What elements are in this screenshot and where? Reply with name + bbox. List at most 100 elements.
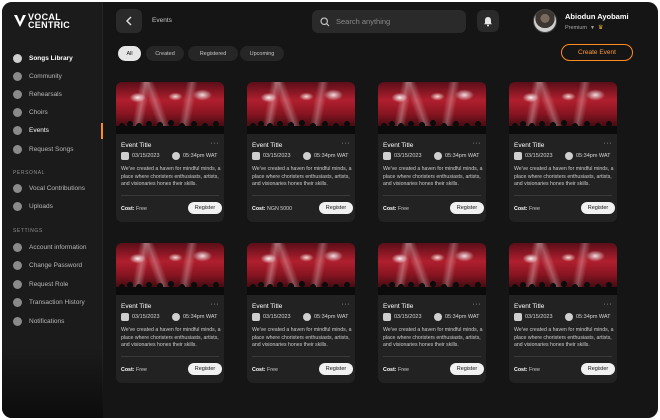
sidebar-item-request-role[interactable]: Request Role [2, 276, 103, 292]
sidebar-item-notifications[interactable]: Notifications [2, 313, 103, 329]
register-button[interactable]: Register [450, 202, 484, 214]
cost-value: Free [136, 367, 147, 373]
sidebar-item-label: Songs Library [29, 54, 73, 62]
event-cost: Cost: Free [121, 206, 147, 212]
notifications-button[interactable] [477, 10, 499, 32]
event-card[interactable]: Event Title ··· 03/15/2023 05:34pm WAT We've… [116, 82, 224, 222]
event-card[interactable]: Event Title ··· 03/15/2023 05:34pm WAT We've… [509, 243, 617, 383]
filter-chip-created[interactable]: Created [146, 46, 184, 61]
sidebar-item-songs-library[interactable]: Songs Library [2, 50, 103, 66]
event-description: We've created a haven for mindful minds,… [514, 327, 614, 348]
more-options-icon[interactable]: ··· [211, 140, 220, 147]
sidebar-item-events[interactable]: Events [2, 122, 103, 139]
more-options-icon[interactable]: ··· [211, 301, 220, 308]
lock-icon [13, 261, 22, 270]
event-card[interactable]: Event Title ··· 03/15/2023 05:34pm WAT We've… [509, 82, 617, 222]
sidebar-item-label: Events [29, 127, 49, 135]
more-options-icon[interactable]: ··· [604, 301, 613, 308]
divider [121, 356, 219, 357]
sidebar-item-label: Notifications [29, 317, 65, 325]
music-icon [13, 53, 22, 63]
calendar-icon [252, 152, 260, 160]
create-event-button[interactable]: Create Event [561, 44, 633, 61]
event-image [247, 82, 355, 134]
community-icon [13, 71, 22, 81]
mic-icon [13, 183, 22, 193]
logo-line-2: CENTRIC [28, 20, 71, 30]
upload-icon [13, 202, 22, 211]
register-button[interactable]: Register [319, 363, 353, 375]
register-button[interactable]: Register [581, 363, 615, 375]
event-card[interactable]: Event Title ··· 03/15/2023 05:34pm WAT We've… [116, 243, 224, 383]
divider [252, 356, 350, 357]
role-icon [13, 279, 22, 289]
event-time-text: 05:34pm WAT [576, 153, 611, 159]
sidebar-item-transaction-history[interactable]: Transaction History [2, 295, 103, 311]
sidebar-item-community[interactable]: Community [2, 68, 103, 84]
search-bar[interactable] [312, 10, 466, 33]
sidebar-item-request-songs[interactable]: Request Songs [2, 141, 103, 157]
divider [514, 195, 612, 196]
filter-chip-registered[interactable]: Registered [188, 46, 238, 61]
event-time-text: 05:34pm WAT [183, 153, 218, 159]
event-date: 03/15/2023 [514, 152, 553, 160]
choir-icon [13, 108, 22, 118]
event-card[interactable]: Event Title ··· 03/15/2023 05:34pm WAT We've… [247, 82, 355, 222]
bell-icon [13, 316, 22, 326]
divider [514, 356, 612, 357]
sidebar-item-label: Rehearsals [29, 90, 62, 98]
filter-chip-upcoming[interactable]: Upcoming [240, 46, 284, 61]
rehearsal-icon [13, 89, 22, 99]
event-title: Event Title [121, 142, 152, 149]
sidebar-item-account-information[interactable]: Account information [2, 239, 103, 255]
divider [383, 195, 481, 196]
crowd-silhouette [116, 120, 224, 134]
avatar[interactable] [533, 9, 557, 33]
filter-chip-all[interactable]: All [118, 46, 141, 61]
event-card[interactable]: Event Title ··· 03/15/2023 05:34pm WAT We've… [378, 243, 486, 383]
more-options-icon[interactable]: ··· [604, 140, 613, 147]
calendar-icon [121, 313, 129, 321]
event-time: 05:34pm WAT [303, 313, 349, 321]
app-window: VOCAL CENTRIC Songs Library Community Rehe… [2, 2, 658, 418]
more-options-icon[interactable]: ··· [473, 301, 482, 308]
event-description: We've created a haven for mindful minds,… [121, 166, 221, 187]
more-options-icon[interactable]: ··· [342, 140, 351, 147]
sidebar-item-uploads[interactable]: Uploads [2, 199, 103, 215]
more-options-icon[interactable]: ··· [342, 301, 351, 308]
page-title: Events [152, 17, 172, 24]
personal-section-title: PERSONAL [13, 170, 46, 176]
event-date: 03/15/2023 [383, 152, 422, 160]
event-time-text: 05:34pm WAT [445, 314, 480, 320]
event-card[interactable]: Event Title ··· 03/15/2023 05:34pm WAT We've… [247, 243, 355, 383]
calendar-icon [514, 152, 522, 160]
register-button[interactable]: Register [319, 202, 353, 214]
event-card[interactable]: Event Title ··· 03/15/2023 05:34pm WAT We've… [378, 82, 486, 222]
sidebar-item-rehearsals[interactable]: Rehearsals [2, 86, 103, 102]
event-time-text: 05:34pm WAT [314, 314, 349, 320]
cost-label: Cost: [383, 367, 397, 373]
event-title: Event Title [383, 142, 414, 149]
sidebar-item-label: Request Role [29, 280, 69, 288]
calendar-icon [252, 313, 260, 321]
register-button[interactable]: Register [581, 202, 615, 214]
search-input[interactable] [336, 17, 456, 26]
back-button[interactable] [116, 9, 142, 33]
sidebar-item-label: Choirs [29, 109, 48, 117]
more-options-icon[interactable]: ··· [473, 140, 482, 147]
register-button[interactable]: Register [188, 363, 222, 375]
register-button[interactable]: Register [188, 202, 222, 214]
sidebar-item-label: Request Songs [29, 145, 74, 153]
register-button[interactable]: Register [450, 363, 484, 375]
cost-value: NGN 5000 [267, 206, 293, 212]
event-date: 03/15/2023 [121, 313, 160, 321]
event-date: 03/15/2023 [252, 152, 291, 160]
sidebar-item-change-password[interactable]: Change Password [2, 258, 103, 274]
event-date: 03/15/2023 [121, 152, 160, 160]
event-image [509, 243, 617, 295]
chevron-down-icon[interactable]: ▼ [590, 25, 595, 31]
sidebar-item-vocal-contributions[interactable]: Vocal Contributions [2, 180, 103, 196]
event-date: 03/15/2023 [514, 313, 553, 321]
sidebar-item-choirs[interactable]: Choirs [2, 105, 103, 121]
crowd-silhouette [247, 281, 355, 295]
